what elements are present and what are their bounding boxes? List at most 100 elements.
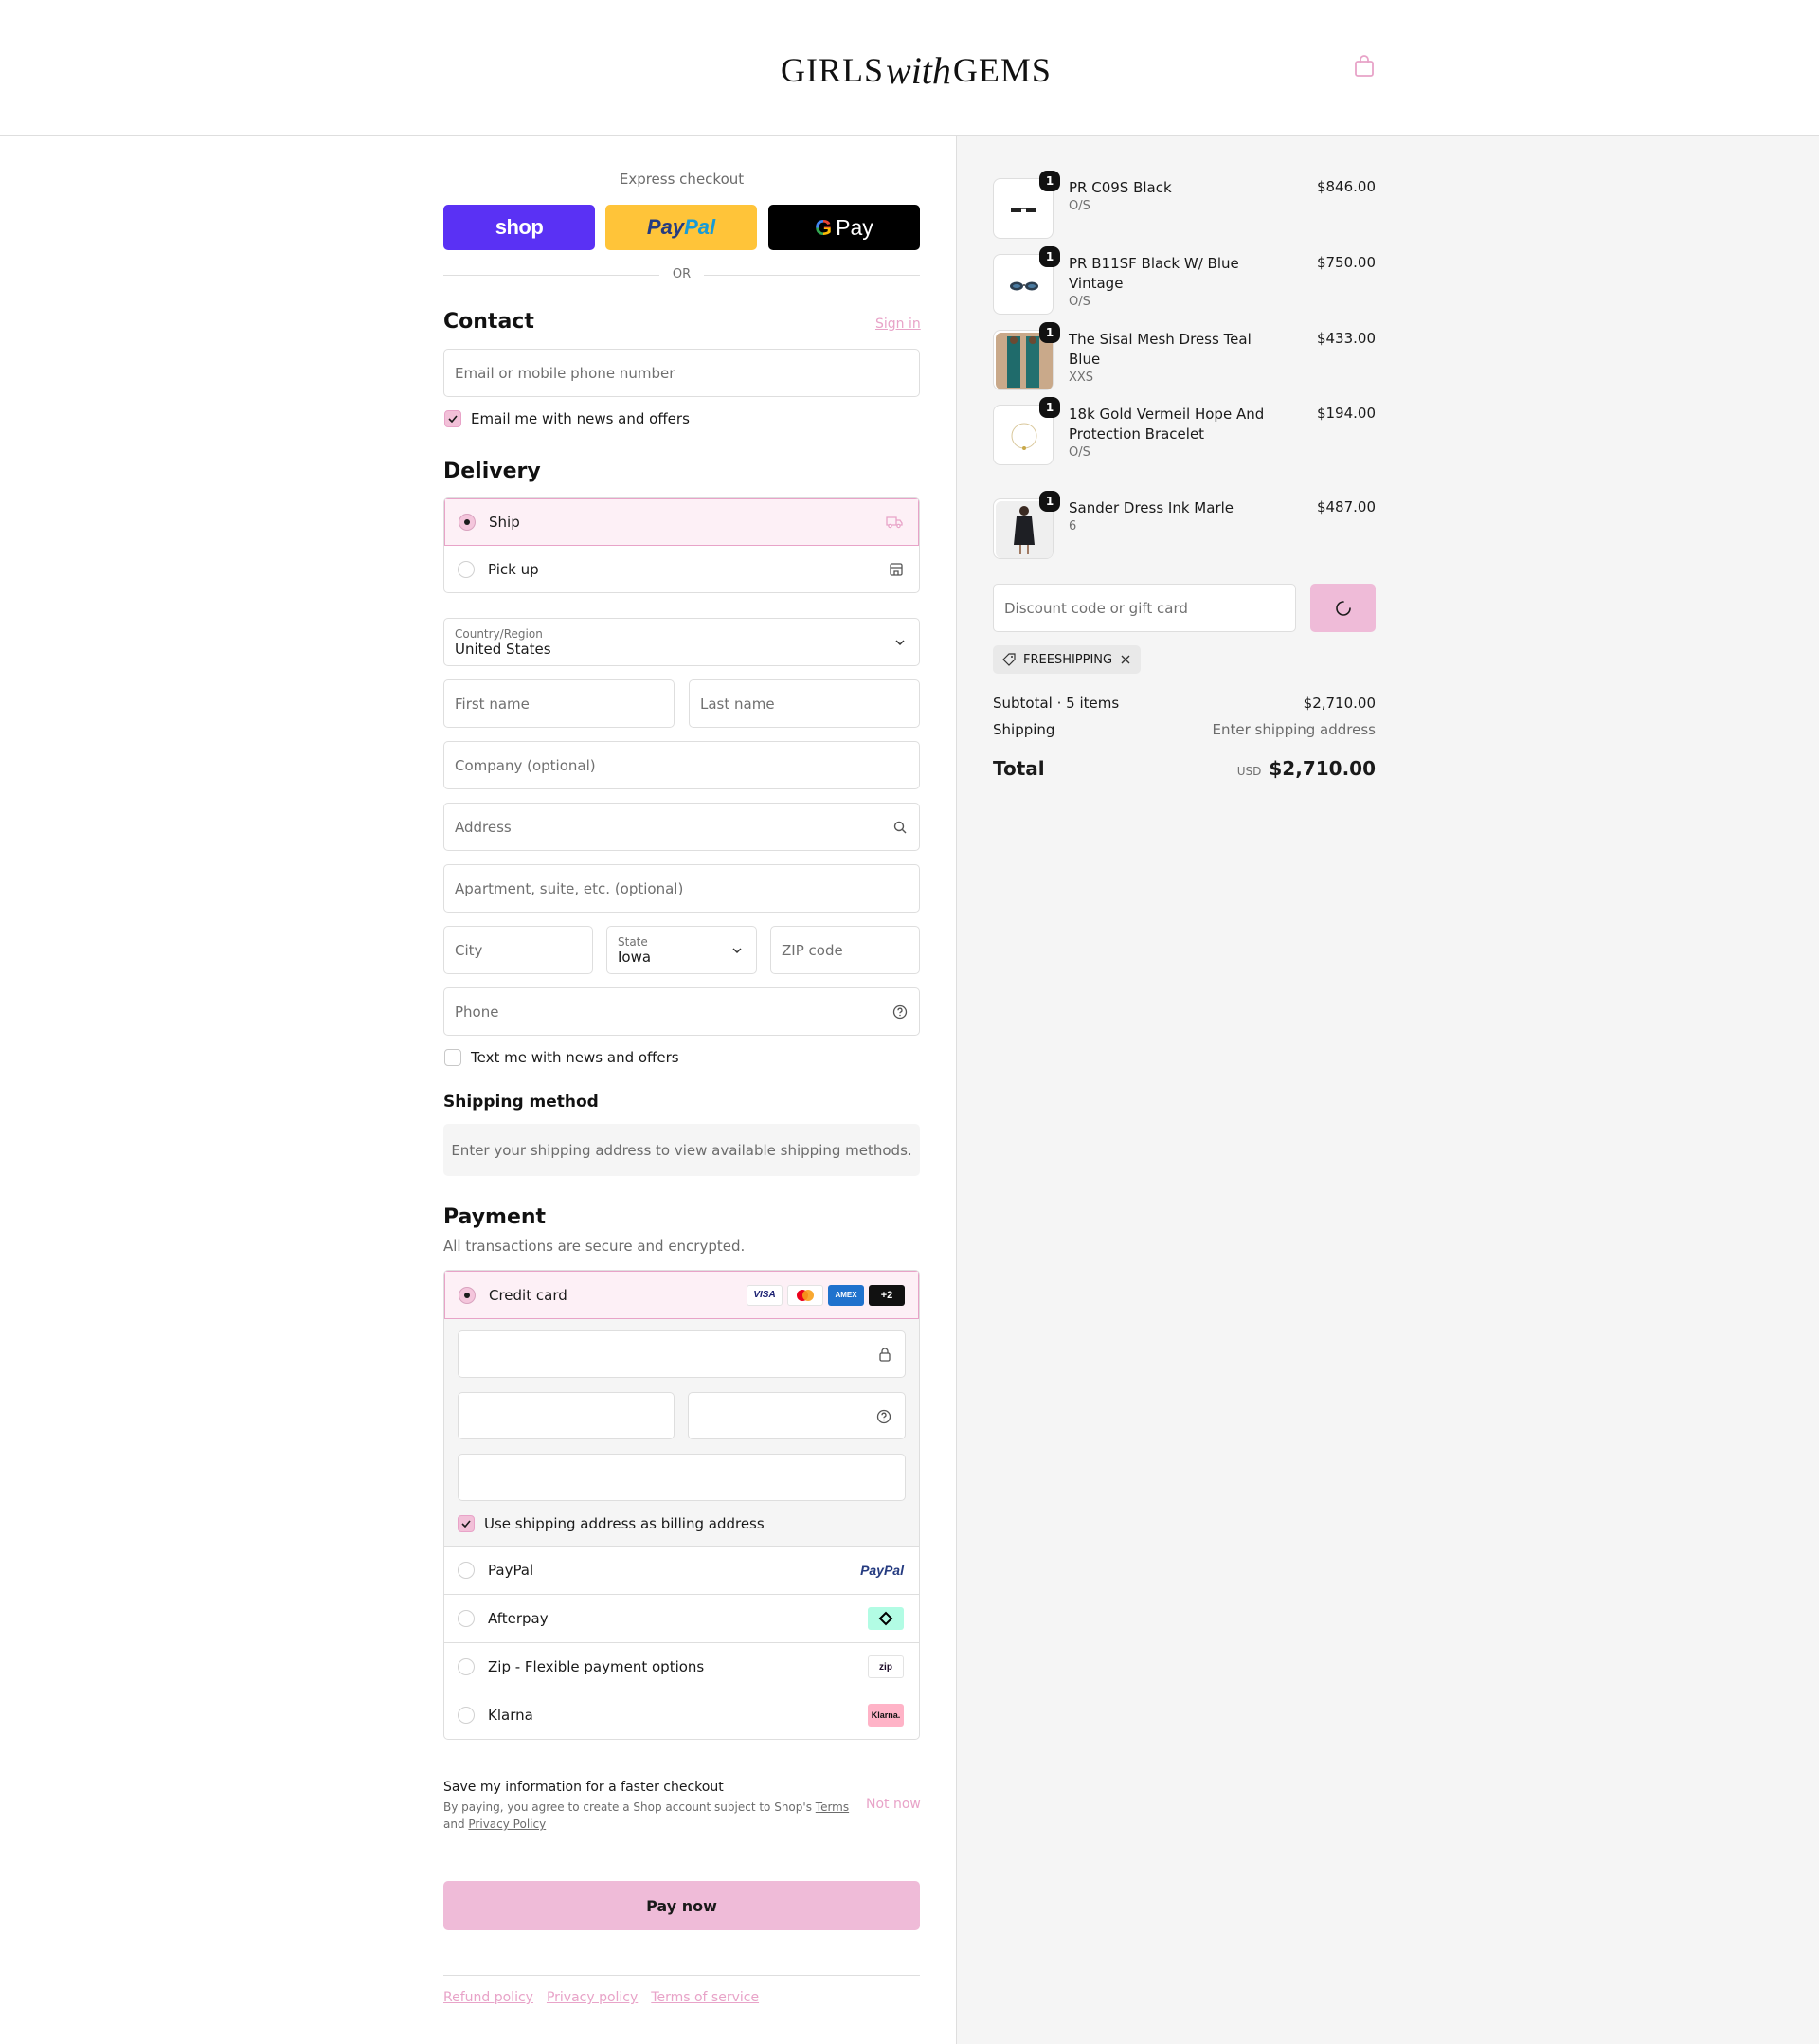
tag-icon [1002,653,1016,666]
country-select[interactable]: Country/Region United States [443,618,920,666]
store-icon [890,563,903,576]
pay-now-label: Pay now [646,1896,717,1915]
payment-heading: Payment [443,1205,547,1229]
help-circle-icon[interactable] [892,1004,908,1020]
card-number-field[interactable] [458,1330,906,1378]
item-price: $194.00 [1316,405,1376,422]
item-variant: O/S [1069,295,1090,309]
apartment-field[interactable]: Apartment, suite, etc. (optional) [443,864,920,913]
payment-option-paypal[interactable]: PayPal PayPal [444,1547,919,1595]
first-name-field[interactable]: First name [443,679,675,728]
item-name: PR B11SF Black W/ Blue Vintage O/S [1069,254,1287,311]
item-name: Sander Dress Ink Marle 6 [1069,498,1287,535]
paypal-button[interactable]: Pay Pal [605,205,757,250]
email-field[interactable]: Email or mobile phone number [443,349,920,397]
last-name-field[interactable]: Last name [689,679,920,728]
payment-option-afterpay[interactable]: Afterpay [444,1595,919,1643]
logo-text-girls: GIRLS [781,51,885,89]
text-news-checkbox[interactable] [444,1049,461,1066]
store-logo[interactable]: GIRLS with GEMS [781,42,1051,99]
shipping-method-heading: Shipping method [443,1093,599,1112]
state-select[interactable]: State Iowa [606,926,757,974]
paypal-radio[interactable] [458,1562,475,1579]
truck-icon [886,516,903,529]
state-label: State [618,934,648,949]
email-news-checkbox-row[interactable]: Email me with news and offers [444,410,690,427]
klarna-radio[interactable] [458,1707,475,1724]
credit-card-radio[interactable] [459,1286,476,1304]
zip-radio[interactable] [458,1658,475,1675]
not-now-link[interactable]: Not now [866,1797,921,1812]
card-name-field[interactable] [458,1454,906,1501]
payment-option-klarna[interactable]: Klarna Klarna. [444,1691,919,1739]
privacy-link[interactable]: Privacy Policy [468,1818,546,1831]
phone-field[interactable]: Phone [443,987,920,1036]
zip-logo: zip [868,1655,904,1678]
quantity-badge: 1 [1039,491,1060,512]
chevron-down-icon [895,639,905,645]
refund-policy-link[interactable]: Refund policy [443,1990,533,2005]
item-name-text: PR C09S Black [1069,179,1172,196]
privacy-policy-link[interactable]: Privacy policy [547,1990,638,2005]
total-value-group: USD $2,710.00 [1237,757,1376,780]
city-field[interactable]: City [443,926,593,974]
lock-icon [879,1348,891,1362]
payment-option-credit-card[interactable]: Credit card VISA AMEX +2 [444,1271,919,1319]
country-label: Country/Region [455,626,543,641]
or-text: OR [672,267,692,281]
payment-option-zip[interactable]: Zip - Flexible payment options zip [444,1643,919,1691]
billing-same-label: Use shipping address as billing address [484,1515,765,1532]
billing-same-checkbox[interactable] [458,1515,475,1532]
zip-field[interactable]: ZIP code [770,926,920,974]
item-name: 18k Gold Vermeil Hope And Protection Bra… [1069,405,1287,461]
line-item: 1 Sander Dress Ink Marle 6 $487.00 [993,491,1376,561]
google-g-icon: G [815,214,833,240]
shipping-row: Shipping Enter shipping address [993,721,1376,738]
paypal-option-label: PayPal [488,1562,534,1579]
company-field[interactable]: Company (optional) [443,741,920,789]
apply-discount-button[interactable] [1310,584,1376,632]
visa-icon: VISA [747,1284,783,1306]
apartment-placeholder: Apartment, suite, etc. (optional) [455,879,684,897]
quantity-badge: 1 [1039,246,1060,267]
shop-pay-label: shop [495,215,544,239]
text-news-checkbox-row[interactable]: Text me with news and offers [444,1049,679,1066]
payment-method-group: Credit card VISA AMEX +2 Use shipping ad… [443,1270,920,1740]
ship-radio[interactable] [459,514,476,531]
delivery-option-ship[interactable]: Ship [444,498,919,546]
payment-subtitle: All transactions are secure and encrypte… [443,1238,746,1255]
terms-of-service-link[interactable]: Terms of service [651,1990,759,2005]
city-placeholder: City [455,941,483,959]
credit-card-label: Credit card [489,1286,567,1304]
contact-heading: Contact [443,310,534,334]
first-name-placeholder: First name [455,695,530,713]
terms-link[interactable]: Terms [816,1800,849,1814]
sign-in-link[interactable]: Sign in [875,317,921,332]
line-item: 1 The Sisal Mesh Dress Teal Blue XXS $433… [993,322,1376,392]
pay-now-button[interactable]: Pay now [443,1881,920,1930]
pickup-radio[interactable] [458,561,475,578]
afterpay-radio[interactable] [458,1610,475,1627]
help-circle-icon[interactable] [876,1409,891,1424]
line-item: 1 18k Gold Vermeil Hope And Protection B… [993,397,1376,467]
checkmark-icon [461,1520,471,1528]
delivery-option-pickup[interactable]: Pick up [444,546,919,592]
shop-pay-button[interactable]: shop [443,205,595,250]
address-field[interactable]: Address [443,803,920,851]
discount-code-field[interactable]: Discount code or gift card [993,584,1296,632]
delivery-method-group: Ship Pick up [443,497,920,593]
close-icon[interactable] [1120,654,1131,665]
ship-label: Ship [489,514,520,531]
text-news-label: Text me with news and offers [471,1049,679,1066]
email-news-checkbox[interactable] [444,410,461,427]
billing-same-checkbox-row[interactable]: Use shipping address as billing address [458,1515,906,1532]
card-expiry-field[interactable] [458,1392,675,1439]
pickup-label: Pick up [488,561,539,578]
shopping-bag-icon[interactable] [1354,55,1375,78]
product-thumbnail: 1 [993,246,1060,315]
shipping-label: Shipping [993,721,1055,738]
item-variant: O/S [1069,445,1090,460]
google-pay-button[interactable]: G Pay [768,205,920,250]
card-cvv-field[interactable] [688,1392,906,1439]
loading-spinner-icon [1335,600,1351,616]
